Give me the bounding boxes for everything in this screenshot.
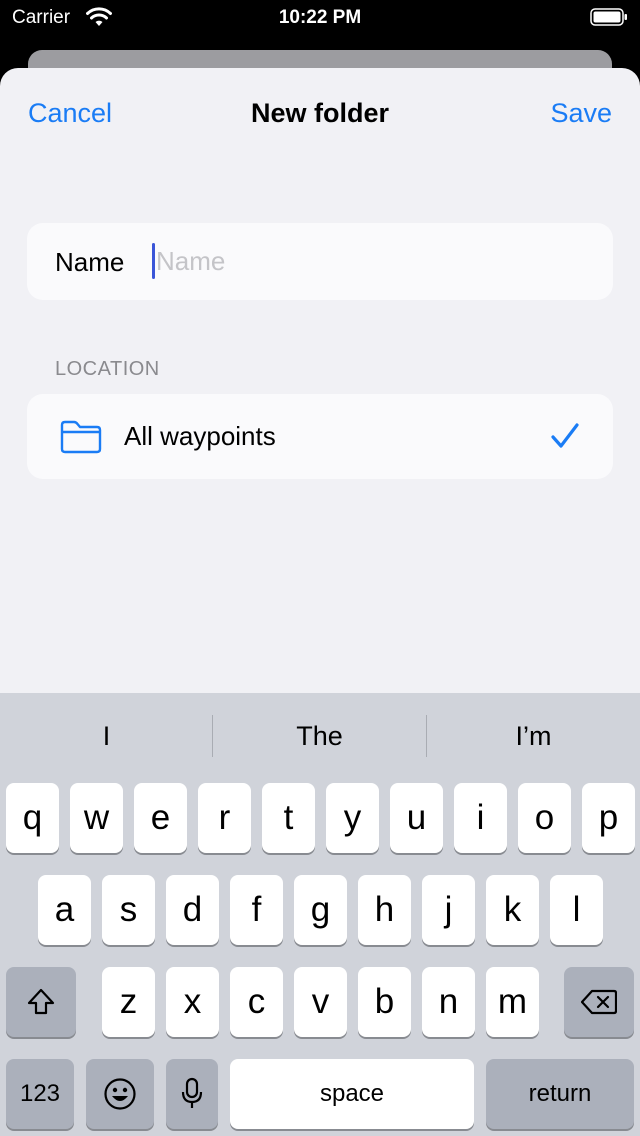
key-r[interactable]: r [198,783,251,853]
key-d[interactable]: d [166,875,219,945]
key-s[interactable]: s [102,875,155,945]
return-key[interactable]: return [486,1059,634,1129]
checkmark-icon [551,423,579,448]
key-i[interactable]: i [454,783,507,853]
new-folder-sheet: Cancel New folder Save Name LOCATION All… [0,68,640,1136]
shift-icon [27,988,55,1015]
suggestion-3[interactable]: I’m [427,693,640,779]
name-field-row[interactable]: Name [27,223,613,300]
numbers-key[interactable]: 123 [6,1059,74,1129]
key-l[interactable]: l [550,875,603,945]
status-bar: Carrier 10:22 PM [0,0,640,40]
key-p[interactable]: p [582,783,635,853]
suggestion-1[interactable]: I [0,693,213,779]
location-item-all-waypoints[interactable]: All waypoints [27,394,613,479]
name-label: Name [55,247,125,277]
key-f[interactable]: f [230,875,283,945]
save-button[interactable]: Save [550,98,612,129]
key-w[interactable]: w [70,783,123,853]
key-n[interactable]: n [422,967,475,1037]
space-key[interactable]: space [230,1059,474,1129]
key-u[interactable]: u [390,783,443,853]
suggestion-2[interactable]: The [213,693,426,779]
shift-key[interactable] [6,967,76,1037]
dictation-key[interactable] [166,1059,218,1129]
key-a[interactable]: a [38,875,91,945]
status-time: 10:22 PM [278,7,362,28]
key-q[interactable]: q [6,783,59,853]
location-section-header: LOCATION [55,358,160,380]
key-h[interactable]: h [358,875,411,945]
emoji-key[interactable] [86,1059,154,1129]
key-x[interactable]: x [166,967,219,1037]
key-z[interactable]: z [102,967,155,1037]
key-g[interactable]: g [294,875,347,945]
text-caret [152,243,155,279]
location-item-label: All waypoints [124,421,276,451]
key-t[interactable]: t [262,783,315,853]
backspace-icon [580,989,618,1015]
emoji-icon [104,1078,136,1110]
name-input[interactable] [156,241,586,281]
key-v[interactable]: v [294,967,347,1037]
key-e[interactable]: e [134,783,187,853]
delete-key[interactable] [564,967,634,1037]
key-j[interactable]: j [422,875,475,945]
key-k[interactable]: k [486,875,539,945]
microphone-icon [181,1077,203,1108]
key-b[interactable]: b [358,967,411,1037]
keyboard: I The I’m q w e r t y u i o p a s d f g … [0,693,640,1136]
battery-icon [590,8,627,26]
page-title: New folder [250,98,390,128]
folder-icon [60,420,102,454]
key-c[interactable]: c [230,967,283,1037]
key-m[interactable]: m [486,967,539,1037]
key-y[interactable]: y [326,783,379,853]
key-o[interactable]: o [518,783,571,853]
